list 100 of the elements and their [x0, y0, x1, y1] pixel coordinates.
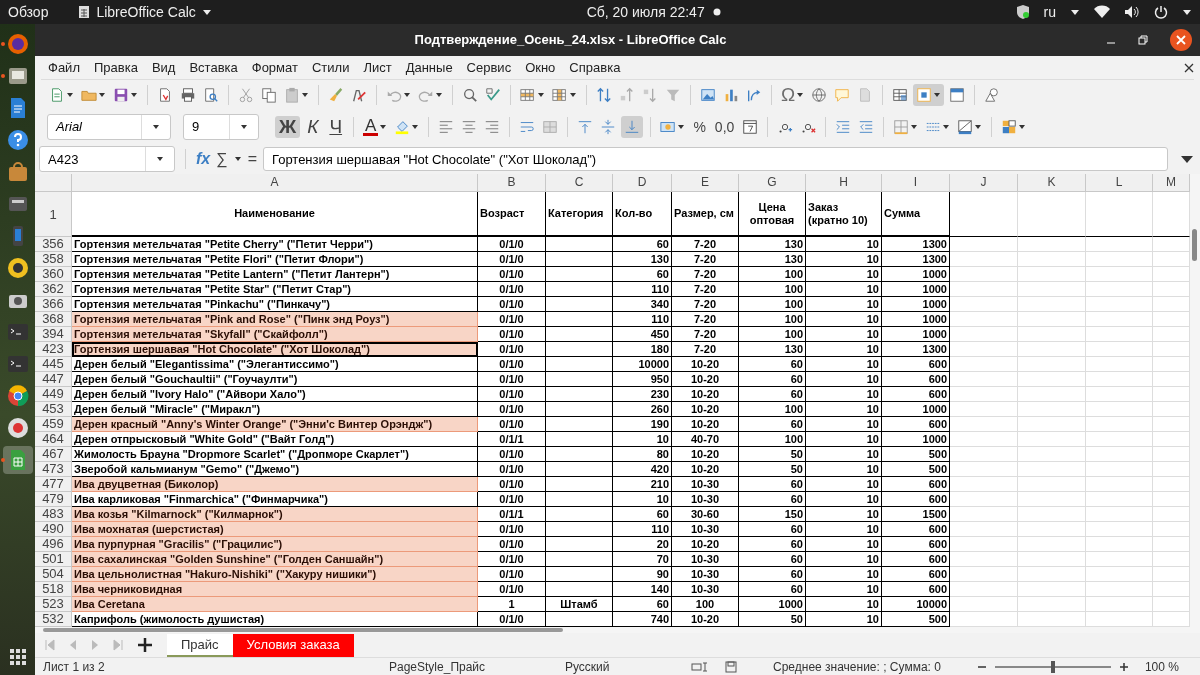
column-header[interactable]: B — [478, 174, 546, 193]
row-header[interactable]: 368 — [35, 312, 72, 328]
shield-icon[interactable] — [1015, 4, 1030, 20]
activities-button[interactable]: Обзор — [8, 4, 49, 20]
row-header[interactable]: 423 — [35, 342, 72, 358]
dropdown-caret-icon[interactable] — [240, 122, 248, 131]
font-name-field[interactable]: Arial — [47, 113, 171, 140]
menu-item[interactable]: Стили — [304, 60, 357, 76]
app-grid-icon[interactable] — [7, 647, 28, 667]
row-header[interactable]: 479 — [35, 492, 72, 508]
dropdown-caret-icon[interactable] — [974, 122, 983, 131]
pdf-icon[interactable] — [157, 87, 173, 104]
scrollbar-thumb[interactable] — [43, 628, 563, 633]
sheet-tab[interactable]: Прайс — [167, 633, 233, 657]
conditional-format-icon[interactable] — [1001, 118, 1018, 135]
expand-caret-icon[interactable] — [1180, 154, 1194, 165]
formula-button[interactable]: = — [247, 150, 257, 169]
table-icon[interactable] — [892, 87, 909, 104]
column-header[interactable]: H — [806, 174, 882, 193]
row-header[interactable]: 467 — [35, 447, 72, 463]
sheet-tab[interactable]: Условия заказа — [232, 633, 354, 657]
pivot-table-icon[interactable] — [746, 87, 762, 104]
save-icon[interactable] — [113, 87, 129, 104]
row-header[interactable]: 477 — [35, 477, 72, 493]
font-size-field[interactable]: 9 — [183, 113, 259, 140]
search-icon[interactable] — [462, 87, 478, 104]
column-header[interactable]: C — [546, 174, 613, 193]
disc-icon[interactable] — [5, 256, 30, 280]
column-header[interactable]: I — [882, 174, 950, 193]
column-header[interactable]: J — [950, 174, 1018, 193]
column-header[interactable]: M — [1153, 174, 1190, 193]
special-character-button[interactable]: Ω — [781, 84, 796, 107]
merge-cells-icon[interactable] — [916, 87, 933, 104]
percent-button[interactable]: % — [690, 118, 709, 135]
menu-item[interactable]: Правка — [86, 60, 145, 76]
header-icon[interactable] — [949, 87, 966, 104]
close-icon[interactable] — [1184, 62, 1194, 73]
app-menu[interactable]: LibreOffice Calc — [96, 4, 196, 20]
globe-icon[interactable] — [811, 87, 828, 104]
align-top-icon[interactable] — [577, 118, 594, 135]
add-sheet-icon[interactable] — [137, 637, 153, 654]
outdent-icon[interactable] — [858, 118, 875, 135]
name-box[interactable]: A423 — [39, 146, 175, 173]
page-preview-icon[interactable] — [203, 87, 219, 104]
menu-item[interactable]: Вид — [144, 60, 183, 76]
align-left-icon[interactable] — [438, 118, 455, 135]
column-header[interactable]: G — [739, 174, 806, 193]
border-color-icon[interactable] — [957, 118, 974, 135]
row-header[interactable]: 504 — [35, 567, 72, 583]
wheel-icon[interactable] — [5, 384, 30, 408]
dropdown-caret-icon[interactable] — [201, 8, 212, 16]
formula-input[interactable]: Гортензия шершавая "Hot Chocolate" ("Хот Шоколад") — [263, 147, 1168, 172]
row-header[interactable]: 449 — [35, 387, 72, 403]
row-header[interactable]: 1 — [35, 192, 72, 238]
merge-cells-button[interactable] — [913, 84, 945, 107]
dropdown-caret-icon[interactable] — [910, 122, 919, 131]
row-header[interactable]: 518 — [35, 582, 72, 598]
menu-item[interactable]: Вставка — [182, 60, 245, 76]
menu-item[interactable]: Справка — [562, 60, 628, 76]
dropdown-caret-icon[interactable] — [1018, 122, 1027, 131]
copy-icon[interactable] — [261, 87, 277, 104]
dropdown-caret-icon[interactable] — [1070, 8, 1080, 16]
row-header[interactable]: 358 — [35, 252, 72, 268]
record-icon[interactable] — [5, 416, 30, 440]
row-header[interactable]: 496 — [35, 537, 72, 553]
close-icon[interactable] — [1170, 28, 1192, 51]
calendar-icon[interactable] — [742, 118, 759, 135]
dropdown-caret-icon[interactable] — [1182, 8, 1192, 16]
chart-icon[interactable] — [723, 87, 739, 104]
clock[interactable]: Сб, 20 июля 22:47 — [586, 4, 705, 20]
restore-icon[interactable] — [1138, 34, 1148, 45]
menu-item[interactable]: Файл — [41, 60, 87, 76]
column-header[interactable]: L — [1086, 174, 1153, 193]
font-color-button[interactable]: A — [363, 117, 379, 136]
row-header[interactable]: 523 — [35, 597, 72, 613]
dropdown-caret-icon[interactable] — [677, 122, 686, 131]
row-header[interactable]: 532 — [35, 612, 72, 628]
menu-item[interactable]: Сервис — [459, 60, 519, 76]
menu-item[interactable]: Данные — [398, 60, 460, 76]
menu-item[interactable]: Формат — [244, 60, 305, 76]
menu-item[interactable]: Окно — [518, 60, 563, 76]
row-header[interactable]: 394 — [35, 327, 72, 343]
row-header[interactable]: 356 — [35, 237, 72, 253]
wifi-icon[interactable] — [1094, 5, 1110, 19]
row-header[interactable]: 453 — [35, 402, 72, 418]
indent-icon[interactable] — [835, 118, 852, 135]
clear-format-icon[interactable] — [351, 87, 367, 104]
row-header[interactable]: 483 — [35, 507, 72, 523]
print-icon[interactable] — [180, 87, 196, 104]
zoom-level[interactable]: 100 % — [1136, 659, 1187, 674]
column-header[interactable]: K — [1018, 174, 1086, 193]
shapes-icon[interactable] — [984, 87, 1001, 104]
zoom-slider-thumb[interactable] — [1050, 660, 1055, 673]
row-header[interactable]: 490 — [35, 522, 72, 538]
scrollbar-thumb[interactable] — [1192, 229, 1197, 262]
dropdown-caret-icon[interactable] — [379, 122, 388, 131]
underline-button[interactable]: Ч — [325, 115, 347, 138]
sort-icon[interactable] — [596, 87, 612, 104]
row-header[interactable]: 362 — [35, 282, 72, 298]
row-header[interactable]: 366 — [35, 297, 72, 313]
